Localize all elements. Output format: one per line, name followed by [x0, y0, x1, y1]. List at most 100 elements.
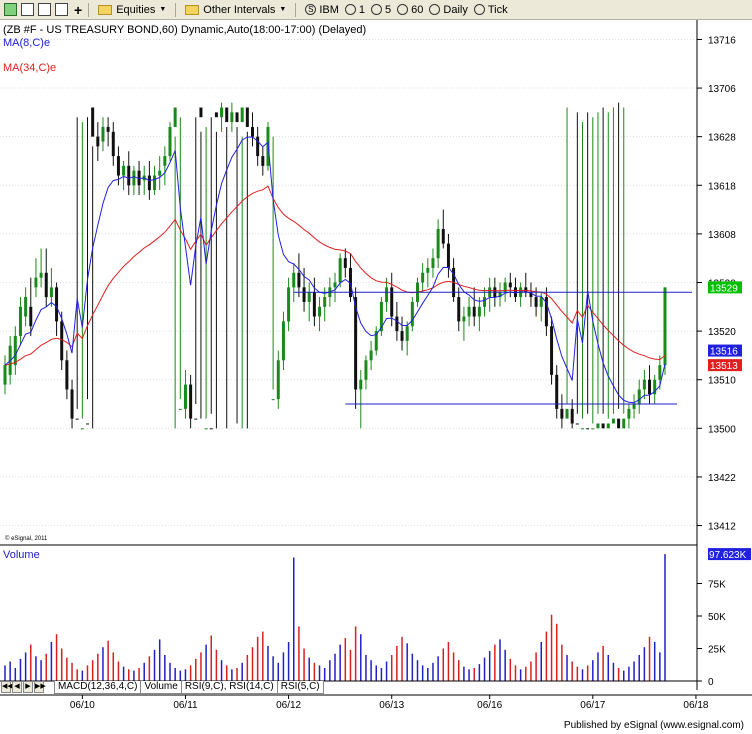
- candle-body: [318, 306, 322, 317]
- interval-daily-label: Daily: [443, 3, 468, 16]
- candle-body: [153, 175, 157, 191]
- candle-body: [127, 165, 131, 186]
- candle-body: [312, 292, 316, 317]
- candle-body: [29, 306, 33, 327]
- layout-icon[interactable]: [4, 3, 17, 16]
- candle-body: [550, 326, 554, 375]
- ma-slow-legend[interactable]: MA(34,C)e: [3, 62, 56, 74]
- candle-body: [55, 287, 59, 322]
- price-tick-label: 13716: [708, 35, 736, 46]
- candle-body: [70, 389, 74, 419]
- add-icon[interactable]: +: [74, 3, 82, 17]
- time-tick-label: 06/17: [580, 700, 605, 711]
- scroll-last-icon[interactable]: ▶▶: [34, 681, 46, 693]
- circle-icon: [397, 4, 409, 15]
- candle-body: [183, 384, 187, 409]
- scroll-first-icon[interactable]: ◀◀: [1, 681, 13, 693]
- candle-body: [214, 112, 218, 118]
- volume-tick-label: 0: [708, 677, 714, 688]
- candle-body: [168, 126, 172, 157]
- candle-body: [581, 428, 584, 430]
- candle-body: [178, 408, 182, 410]
- candle-body: [230, 112, 234, 123]
- candle-body: [173, 107, 177, 127]
- candle-body: [302, 287, 306, 302]
- volume-title[interactable]: Volume: [3, 549, 40, 561]
- scroll-right-icon[interactable]: ▶: [23, 681, 33, 693]
- candle-body: [194, 418, 198, 420]
- ma-slow-value-label: 13513: [708, 359, 742, 372]
- candle-body: [49, 287, 53, 298]
- circle-icon: [344, 4, 356, 15]
- volume-value-label: 97.623K: [708, 548, 751, 561]
- grid-icon[interactable]: [21, 3, 34, 16]
- candle-body: [245, 107, 249, 127]
- candle-body: [637, 389, 641, 405]
- tab-rsi-5[interactable]: RSI(5,C): [276, 680, 324, 694]
- candle-body: [570, 408, 574, 424]
- interval-1-label: 1: [358, 3, 366, 16]
- equities-button[interactable]: Equities ▼: [95, 1, 169, 19]
- volume-tick-label: 75K: [708, 580, 726, 591]
- s-circle-icon: S: [305, 4, 317, 15]
- candle-body: [627, 408, 631, 419]
- candle-body: [307, 292, 311, 302]
- candle-body: [158, 170, 162, 176]
- price-tick-label: 13500: [708, 424, 736, 435]
- candle-body: [292, 272, 296, 288]
- tab-macd[interactable]: MACD(12,36,4,C): [54, 680, 142, 694]
- candle-body: [39, 272, 43, 278]
- copy-icon[interactable]: [55, 3, 68, 16]
- interval-5-label: 5: [385, 3, 392, 16]
- tab-volume[interactable]: Volume: [140, 680, 182, 694]
- interval-5-button[interactable]: 5: [368, 1, 394, 19]
- candle-body: [622, 418, 626, 429]
- candle-body: [426, 267, 430, 273]
- candle-body: [13, 335, 17, 366]
- page-icon[interactable]: [38, 3, 51, 16]
- candle-body: [385, 287, 389, 302]
- symbol-ibm-label: IBM: [319, 3, 339, 16]
- candle-body: [601, 423, 605, 429]
- circle-icon: [473, 4, 485, 15]
- candle-body: [18, 306, 22, 336]
- symbol-ibm-button[interactable]: S IBM: [302, 1, 342, 19]
- candle-body: [297, 272, 301, 288]
- candle-body: [209, 428, 213, 430]
- candle-body: [60, 321, 64, 361]
- interval-tick-button[interactable]: Tick: [471, 1, 511, 19]
- candle-body: [116, 156, 120, 176]
- candle-body: [261, 156, 265, 166]
- candle-body: [235, 112, 239, 123]
- ma-fast-legend[interactable]: MA(8,C)e: [3, 37, 50, 49]
- candle-body: [199, 107, 203, 118]
- candle-body: [122, 165, 126, 176]
- tab-rsi-9-14[interactable]: RSI(9,C), RSI(14,C): [180, 680, 278, 694]
- candle-body: [606, 423, 610, 429]
- candle-body: [483, 297, 487, 307]
- ma-fast-value-label: 13516: [708, 344, 742, 358]
- interval-daily-button[interactable]: Daily: [426, 1, 470, 19]
- svg-text:13529: 13529: [710, 283, 738, 294]
- chart-header: (ZB #F - US TREASURY BOND,60) Dynamic,Au…: [3, 24, 366, 36]
- other-intervals-button[interactable]: Other Intervals ▼: [182, 1, 289, 19]
- candle-body: [106, 126, 110, 132]
- price-tick-label: 13520: [708, 327, 736, 338]
- candle-body: [446, 243, 450, 268]
- interval-tick-label: Tick: [487, 3, 508, 16]
- candle-body: [436, 229, 440, 259]
- interval-60-button[interactable]: 60: [394, 1, 426, 19]
- chart-area[interactable]: 1371613706136281361813608135301352013510…: [0, 20, 752, 734]
- candle-body: [658, 365, 662, 380]
- candle-body: [472, 306, 476, 317]
- candle-body: [565, 408, 569, 419]
- interval-1-button[interactable]: 1: [342, 1, 368, 19]
- svg-text:13513: 13513: [710, 361, 738, 372]
- price-tick-label: 13706: [708, 84, 736, 95]
- candle-body: [591, 428, 595, 430]
- volume-tick-label: 25K: [708, 645, 726, 656]
- scroll-left-icon[interactable]: ◀: [12, 681, 22, 693]
- candle-body: [611, 418, 615, 424]
- candle-body: [276, 360, 280, 400]
- candle-body: [323, 297, 327, 307]
